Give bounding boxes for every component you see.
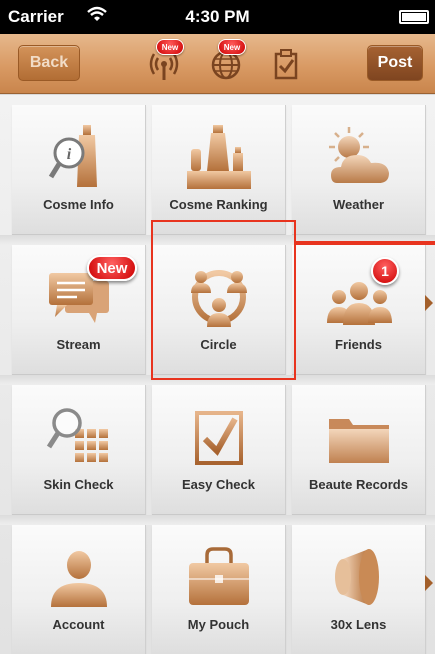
cosme-ranking-icon (187, 125, 251, 189)
folder-icon (329, 419, 389, 463)
weather-tile[interactable]: Weather (292, 105, 426, 235)
account-icon (51, 551, 107, 607)
easy-check-icon (195, 411, 243, 465)
new-badge: New (218, 39, 246, 55)
clock: 4:30 PM (185, 7, 250, 26)
notification-badge: 1 (371, 257, 399, 285)
tile-label: Beaute Records (309, 477, 408, 492)
tile-label: Easy Check (182, 477, 255, 492)
friends-tile[interactable]: 1 Friends (292, 245, 426, 375)
row-divider (0, 515, 435, 525)
tile-label: Stream (56, 337, 101, 352)
tile-label: Friends (335, 337, 382, 352)
cosme-ranking-tile[interactable]: Cosme Ranking (152, 105, 286, 235)
next-page-arrow-icon[interactable] (425, 575, 433, 591)
tile-label: Cosme Ranking (169, 197, 268, 212)
skin-check-tile[interactable]: Skin Check (12, 385, 146, 515)
tile-label: Account (52, 617, 105, 632)
pouch-icon (189, 547, 249, 605)
next-page-arrow-icon[interactable] (425, 295, 433, 311)
status-bar: Carrier 4:30 PM (0, 0, 435, 34)
stream-tile[interactable]: New Stream (12, 245, 146, 375)
cosme-info-tile[interactable]: i Cosme Info (12, 105, 146, 235)
tile-label: My Pouch (187, 617, 250, 632)
skin-check-icon (46, 408, 108, 462)
beaute-records-tile[interactable]: Beaute Records (292, 385, 426, 515)
callout-pointer-line (296, 241, 435, 245)
post-button[interactable]: Post (367, 45, 423, 81)
tile-label: 30x Lens (330, 617, 387, 632)
account-tile[interactable]: Account (12, 525, 146, 654)
tile-label: Cosme Info (43, 197, 114, 212)
clipboard-check-icon[interactable] (268, 46, 304, 82)
tile-label: Skin Check (43, 477, 114, 492)
my-pouch-tile[interactable]: My Pouch (152, 525, 286, 654)
new-badge: New (87, 255, 137, 281)
tile-label: Weather (332, 197, 385, 212)
lens-icon (335, 549, 379, 605)
easy-check-tile[interactable]: Easy Check (152, 385, 286, 515)
antenna-icon[interactable]: New (146, 39, 184, 82)
svg-text:i: i (67, 146, 72, 163)
back-button[interactable]: Back (18, 45, 80, 81)
selection-highlight (151, 220, 296, 380)
globe-icon[interactable]: New (208, 39, 246, 82)
lens-tile[interactable]: 30x Lens (292, 525, 426, 654)
weather-icon (329, 127, 389, 183)
new-badge: New (156, 39, 184, 55)
battery-icon (399, 10, 429, 24)
nav-bar: Back New New Post (0, 34, 435, 94)
cosme-info-icon: i (48, 125, 97, 187)
